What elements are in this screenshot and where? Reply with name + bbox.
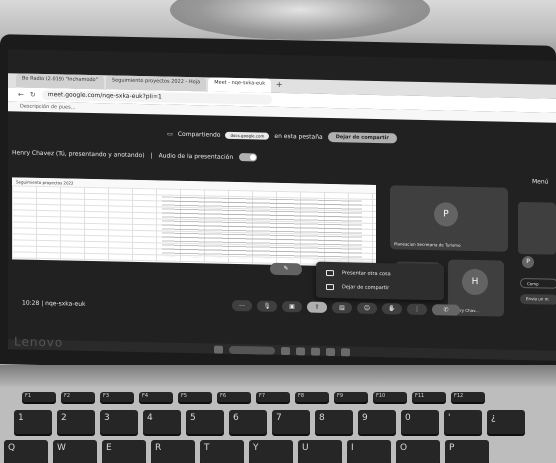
key[interactable]: F6 (217, 392, 251, 402)
browser-icon[interactable] (311, 347, 320, 356)
microphone-icon[interactable]: 🎙 (257, 300, 277, 312)
sheet-text-block (162, 196, 362, 261)
key[interactable]: R (151, 440, 195, 463)
key[interactable]: 6 (229, 410, 267, 434)
start-icon[interactable] (214, 345, 223, 354)
call-controls: ⋯ 🎙 ▣ ⇪ ▤ ☺ ✋ ⋮ ✆ (232, 299, 460, 316)
meeting-time: 10:28 (22, 299, 40, 307)
end-call-icon[interactable]: ✆ (432, 304, 460, 316)
key[interactable]: ¿ (487, 410, 525, 434)
number-key-row: 1 2 3 4 5 6 7 8 9 0 ' ¿ (14, 410, 525, 434)
key[interactable]: O (396, 440, 440, 463)
sharing-label: Compartiendo (177, 130, 221, 139)
key[interactable]: 7 (272, 410, 310, 434)
stop-present-icon (326, 283, 334, 291)
divider: | (150, 151, 153, 159)
store-icon[interactable] (341, 348, 350, 357)
key[interactable]: T (200, 440, 244, 463)
sharing-source: docs.google.com (225, 131, 270, 140)
side-card (518, 201, 556, 255)
options-icon[interactable]: ⋮ (407, 303, 427, 316)
participant-name: Planeacion Secretaria de Turismo (394, 241, 461, 248)
chat-input[interactable]: Envía un m (520, 293, 556, 305)
presenting-row: Henry Chavez (Tú, presentando y anotando… (12, 147, 258, 162)
more-options-icon[interactable]: ⋯ (232, 299, 252, 312)
laptop-brand-logo: Lenovo (14, 334, 64, 350)
key[interactable]: F12 (451, 392, 485, 402)
key[interactable]: F2 (61, 392, 95, 402)
key[interactable]: 1 (14, 410, 52, 434)
taskbar-search[interactable] (229, 345, 275, 355)
key[interactable]: P (445, 440, 489, 463)
sharing-suffix: en esta pestaña (274, 132, 323, 141)
present-menu: Presentar otra cosa Dejar de compartir (316, 261, 444, 301)
present-icon (326, 269, 334, 277)
menu-item-stop-sharing[interactable]: Dejar de compartir (316, 280, 444, 297)
key[interactable]: 4 (143, 410, 181, 434)
key[interactable]: 0 (401, 410, 439, 434)
key[interactable]: ' (444, 410, 482, 434)
key[interactable]: E (102, 440, 146, 463)
key[interactable]: F10 (373, 392, 407, 402)
avatar: P (434, 202, 458, 227)
share-screen-icon: ▭ (167, 130, 173, 138)
annotate-button[interactable]: ✎ (270, 262, 302, 276)
menu-item-label: Dejar de compartir (342, 284, 390, 292)
audio-label: Audio de la presentación (158, 151, 234, 161)
shared-sheet-preview: Seguimiento proyectos 2022 (12, 177, 376, 267)
laptop-hinge (0, 365, 556, 387)
side-panel-title: Menú (532, 178, 549, 186)
camera-icon[interactable]: ▣ (282, 301, 302, 313)
meeting-code: nqe-sxka-euk (45, 300, 86, 308)
key[interactable]: F5 (178, 392, 212, 402)
key[interactable]: W (53, 440, 97, 463)
task-view-icon[interactable] (281, 346, 290, 356)
letter-key-row: Q W E R T Y U I O P (4, 440, 489, 463)
key[interactable]: Y (249, 440, 293, 463)
audio-toggle[interactable] (239, 153, 258, 162)
key[interactable]: I (347, 440, 391, 463)
key[interactable]: 9 (358, 410, 396, 434)
function-key-row: F1 F2 F3 F4 F5 F6 F7 F8 F9 F10 F11 F12 (22, 392, 485, 402)
key[interactable]: 5 (186, 410, 224, 434)
sharing-banner: ▭ Compartiendo docs.google.com en esta p… (8, 123, 556, 148)
participant-tile[interactable]: P Planeacion Secretaria de Turismo (390, 185, 508, 252)
raise-hand-icon[interactable]: ✋ (382, 303, 402, 315)
key[interactable]: F11 (412, 392, 446, 402)
side-panel-button[interactable]: Comp (520, 277, 556, 289)
side-panel: P Comp Envía un m (516, 190, 556, 341)
laptop-screen: Bo Radio (2.019) "Inchamodo" Seguimiento… (8, 49, 556, 361)
key[interactable]: 2 (57, 410, 95, 434)
key[interactable]: 8 (315, 410, 353, 434)
presenting-label: Henry Chavez (Tú, presentando y anotando… (12, 148, 145, 159)
new-tab-button[interactable]: + (273, 79, 285, 93)
file-explorer-icon[interactable] (296, 347, 305, 356)
avatar: P (522, 256, 534, 269)
key[interactable]: F8 (295, 392, 329, 402)
reload-icon[interactable]: ↻ (30, 91, 36, 99)
captions-icon[interactable]: ▤ (332, 302, 352, 314)
avatar: H (462, 268, 488, 296)
back-arrow-icon[interactable]: ← (18, 90, 24, 98)
meeting-info: 10:28 | nqe-sxka-euk (22, 300, 85, 308)
key[interactable]: F9 (334, 392, 368, 402)
key[interactable]: F4 (139, 392, 173, 402)
key[interactable]: Q (4, 440, 48, 463)
key[interactable]: U (298, 440, 342, 463)
menu-item-label: Presentar otra cosa (342, 270, 391, 278)
stop-sharing-button[interactable]: Dejar de compartir (327, 131, 397, 144)
key[interactable]: 3 (100, 410, 138, 434)
key[interactable]: F1 (22, 392, 56, 402)
emoji-icon[interactable]: ☺ (357, 302, 377, 314)
present-screen-icon[interactable]: ⇪ (307, 301, 327, 313)
mail-icon[interactable] (326, 347, 335, 357)
key[interactable]: F7 (256, 392, 290, 402)
key[interactable]: F3 (100, 392, 134, 402)
bookmark-item[interactable]: Descripción de pues... (20, 104, 76, 111)
browser-tab-meet[interactable]: Meet - nqe-sxka-euk (208, 77, 272, 93)
